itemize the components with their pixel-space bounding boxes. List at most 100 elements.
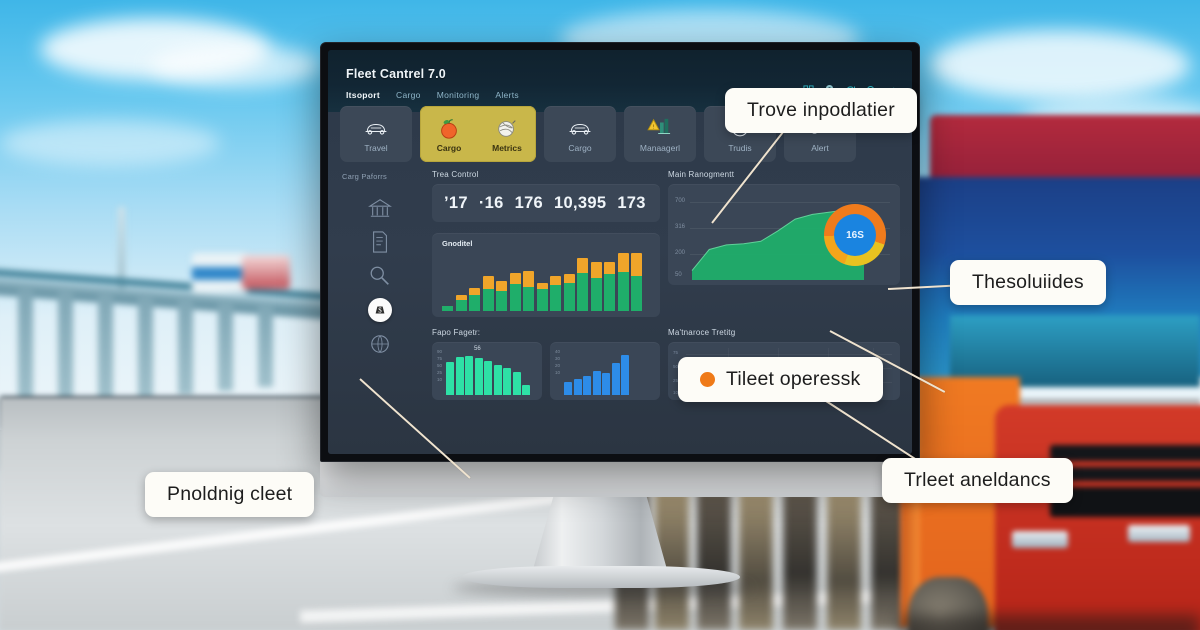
bar [604,261,615,311]
bridge-pier [18,289,33,407]
forecast-charts: 90 75 50 25 10 56 40 30 20 10 [432,342,660,400]
pallet [783,490,817,630]
kpi-value: ·16 [478,193,504,212]
y-axis-labels: 90 75 50 25 10 [437,348,444,394]
y-tick: 40 [555,349,561,354]
mini-bar [474,358,483,395]
sidebar-item-bank-home[interactable] [342,191,418,225]
nav-item-cargo[interactable]: Cargo [396,90,421,100]
callout-text: Tileet operessk [726,368,861,390]
status-dot-icon [700,372,715,387]
bridge-pier [218,299,233,391]
mini-bar [564,382,572,395]
mini-bar [465,355,473,395]
callout-thesoluiides[interactable]: Thesoluiides [950,260,1106,305]
kpi-row: ’17 ·16 176 10,395 173 [432,184,660,222]
tab-label: Cargo [436,142,462,153]
nav-item-itsoport[interactable]: Itsoport [346,90,380,100]
kpi-value: ’17 [444,193,468,212]
mini-bar [611,362,620,395]
truck-bumper-red [995,405,1200,630]
pallet [697,490,731,630]
callout-text: Trleet aneldancs [904,469,1051,491]
top-nav[interactable]: Itsoport Cargo Monitoring Alerts [346,90,519,100]
pallet [739,490,773,630]
callout-trleet-aneldancs[interactable]: Trleet aneldancs [882,458,1073,503]
tab-manaagerl[interactable]: ! Manaagerl [624,106,696,162]
tab-metrics[interactable]: Metrics [478,116,536,153]
cloud [930,30,1190,100]
bridge-pier [98,289,113,401]
truck-headlight [1012,531,1068,548]
bar [469,288,480,311]
mini-bars [564,348,655,395]
mini-bar [455,356,464,395]
monitor-stand-base [462,566,740,588]
car-icon [363,116,389,140]
bar [563,274,575,311]
bar [617,252,629,311]
tab-cargo-metrics-active[interactable]: Cargo Metrics [420,106,536,162]
nav-item-monitoring[interactable]: Monitoring [437,90,480,100]
kpi-value: 10,395 [554,193,607,212]
sidebar-item-money-bag[interactable]: $ [342,293,418,327]
panel-title: Fapo Fagetr: [432,328,481,337]
bridge-pier [178,295,193,395]
mini-bar [602,372,610,395]
tab-cargo-2[interactable]: Cargo [544,106,616,162]
callout-pnoldnig-cleet[interactable]: Pnoldnig cleet [145,472,315,517]
y-tick: 30 [555,356,561,361]
bar [442,305,453,311]
tab-label: Manaagerl [639,142,681,153]
sidebar-item-search[interactable] [342,259,418,293]
chart-title: Gnoditel [442,239,473,248]
donut-chart: 16S [824,204,886,266]
cloud [0,120,220,166]
sidebar-item-document[interactable] [342,225,418,259]
car-icon [567,116,593,140]
bar [523,270,534,311]
y-tick: 20 [555,363,561,368]
area-chart: 700 316 200 50 16S [668,184,900,285]
mini-chart-left: 90 75 50 25 10 56 [432,342,542,400]
nav-item-alerts[interactable]: Alerts [495,90,519,100]
sidebar-item-globe-cloud[interactable] [342,327,418,361]
tab-label: Cargo [568,142,592,153]
y-tick: 10 [555,370,561,375]
bar: 76 [577,257,588,311]
mini-bars [446,348,537,395]
y-tick: 75 [673,350,679,355]
truck [900,115,1200,630]
bar [550,276,561,311]
y-axis-labels: 40 30 20 10 [555,348,562,394]
panel-fapo-fagetr: Fapo Fagetr: 90 75 50 25 10 56 40 30 20 … [432,328,660,400]
bar: 93 [631,253,642,311]
truck-headlight [1128,525,1190,542]
truck-grille [1050,445,1200,461]
panel-trea-control: Trea Control ’17 ·16 176 10,395 173 [432,170,660,222]
monitor-stand-neck [532,495,668,573]
y-tick: 25 [437,370,443,375]
svg-text:$: $ [378,307,382,315]
yarn-ball-icon [495,116,519,140]
mini-bar [621,354,629,395]
bar: 21 [482,276,494,311]
truck-shadow [900,615,1200,630]
kpi-value: 173 [617,193,646,212]
y-tick: 75 [437,356,443,361]
bar [496,280,507,311]
tab-travel[interactable]: Travel [340,106,412,162]
bar [590,261,602,311]
bar-chart: Gnoditel 21 76 93 [432,233,660,317]
donut-value: 16S [846,229,864,241]
mini-bar [503,368,511,395]
panel-title: Trea Control [432,170,479,179]
callout-text: Thesoluiides [972,271,1084,293]
mini-bar [484,360,492,395]
tab-label: Travel [364,142,388,153]
panel-main-ranogmentt: Main Ranogmentt 700 316 200 50 16S [668,170,900,285]
tab-cargo[interactable]: Cargo [420,116,478,153]
callout-trove-inpodlatier[interactable]: Trove inpodlatier [725,88,917,133]
y-tick: 10 [437,377,443,382]
callout-tileet-operessk[interactable]: Tileet operessk [678,357,883,402]
